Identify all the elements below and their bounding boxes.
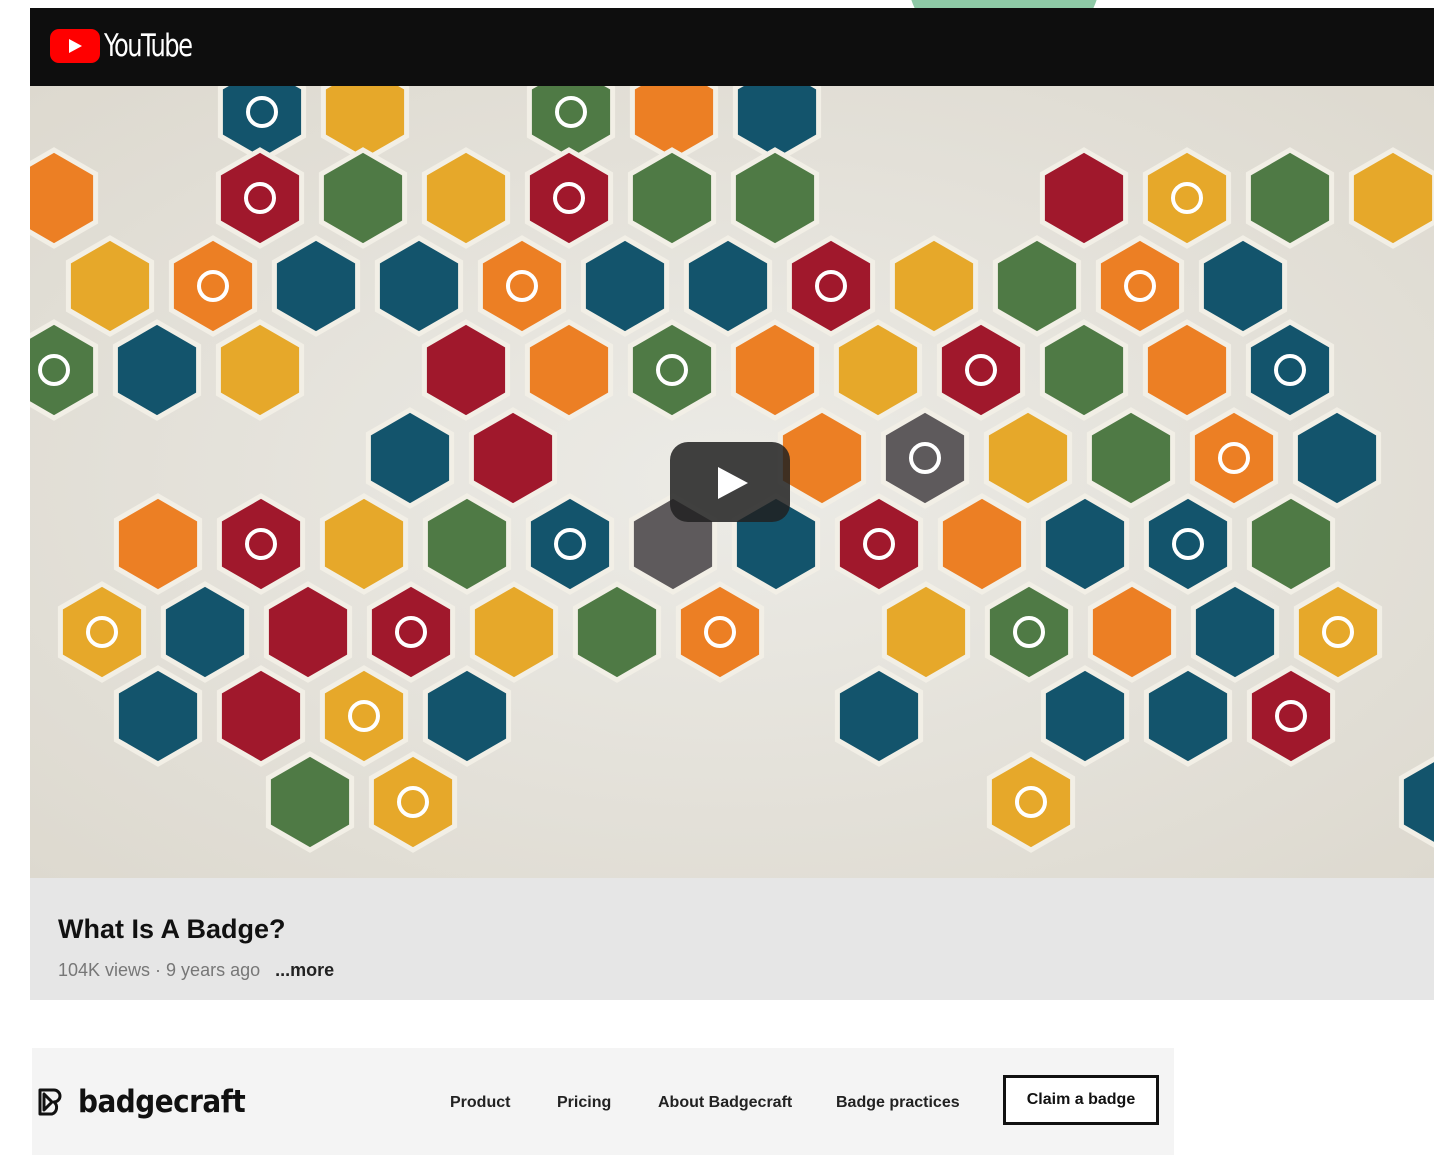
badge-hexagon xyxy=(524,147,614,249)
video-views-age: 104K views · 9 years ago xyxy=(58,960,261,980)
badge-hexagon xyxy=(833,319,923,421)
badgecraft-logo[interactable]: badgecraft xyxy=(38,1084,246,1120)
badge-hexagon xyxy=(113,665,203,767)
badge-hexagon xyxy=(422,493,512,595)
badge-hexagon xyxy=(319,493,409,595)
badge-hexagon xyxy=(469,581,559,683)
badge-hexagon xyxy=(627,147,717,249)
badge-hexagon xyxy=(30,147,99,249)
badge-hexagon xyxy=(881,581,971,683)
video-stats: 104K views · 9 years ago ...more xyxy=(58,960,334,981)
badge-hexagon xyxy=(57,581,147,683)
badge-hexagon xyxy=(1040,493,1130,595)
badge-hexagon xyxy=(730,319,820,421)
badge-hexagon xyxy=(422,665,512,767)
badge-hexagon xyxy=(366,581,456,683)
more-link[interactable]: ...more xyxy=(275,960,334,980)
badge-hexagon xyxy=(160,581,250,683)
badge-hexagon xyxy=(1040,665,1130,767)
badge-hexagon xyxy=(1142,319,1232,421)
badge-hexagon xyxy=(1142,147,1232,249)
badge-hexagon xyxy=(263,581,353,683)
youtube-logo[interactable]: YouTube xyxy=(50,28,216,64)
badge-hexagon xyxy=(834,665,924,767)
badge-hexagon xyxy=(1143,493,1233,595)
badge-hexagon xyxy=(271,235,361,337)
badge-hexagon xyxy=(477,235,567,337)
badge-hexagon xyxy=(627,319,717,421)
nav-product[interactable]: Product xyxy=(450,1094,510,1112)
badge-hexagon xyxy=(1246,493,1336,595)
badge-hexagon xyxy=(675,581,765,683)
badge-hexagon xyxy=(937,493,1027,595)
badge-hexagon xyxy=(1087,581,1177,683)
badge-hexagon xyxy=(524,319,614,421)
badge-hexagon xyxy=(1348,147,1434,249)
badge-hexagon xyxy=(1039,319,1129,421)
play-icon[interactable] xyxy=(670,442,790,522)
badge-hexagon xyxy=(984,581,1074,683)
badge-hexagon xyxy=(216,665,306,767)
badge-hexagon xyxy=(318,147,408,249)
badge-hexagon xyxy=(992,235,1082,337)
badge-hexagon xyxy=(1292,407,1382,509)
claim-badge-button[interactable]: Claim a badge xyxy=(1003,1075,1159,1125)
badgecraft-wordmark: badgecraft xyxy=(78,1084,246,1120)
youtube-embed: YouTube What Is A Badge? 104K views · 9 … xyxy=(30,8,1434,1000)
video-title[interactable]: What Is A Badge? xyxy=(58,914,286,945)
badge-hexagon xyxy=(683,235,773,337)
badge-hexagon xyxy=(777,407,867,509)
badge-hexagon xyxy=(1245,319,1335,421)
badge-hexagon xyxy=(216,493,306,595)
nav-about[interactable]: About Badgecraft xyxy=(658,1094,792,1112)
badge-hexagon xyxy=(880,407,970,509)
badge-hexagon xyxy=(986,751,1076,853)
badge-hexagon xyxy=(374,235,464,337)
badge-hexagon xyxy=(168,235,258,337)
badge-hexagon xyxy=(1398,756,1434,848)
badge-hexagon xyxy=(265,751,355,853)
badge-hexagon xyxy=(580,235,670,337)
badge-hexagon xyxy=(1245,147,1335,249)
badge-hexagon xyxy=(525,493,615,595)
badge-hexagon xyxy=(1095,235,1185,337)
video-thumbnail[interactable] xyxy=(30,86,1434,878)
badge-hexagon xyxy=(889,235,979,337)
badge-hexagon xyxy=(113,493,203,595)
badge-hexagon xyxy=(215,319,305,421)
badge-hexagon xyxy=(1246,665,1336,767)
youtube-wordmark: YouTube xyxy=(104,28,193,64)
badge-hexagon xyxy=(983,407,1073,509)
badge-hexagon xyxy=(1143,665,1233,767)
video-meta: What Is A Badge? 104K views · 9 years ag… xyxy=(30,878,1434,1000)
badge-hexagon xyxy=(421,147,511,249)
badgecraft-navbar: badgecraft Product Pricing About Badgecr… xyxy=(32,1048,1174,1155)
badge-hexagon xyxy=(936,319,1026,421)
badge-hexagon xyxy=(1189,407,1279,509)
badge-hexagon xyxy=(1198,235,1288,337)
badge-hexagon xyxy=(1039,147,1129,249)
youtube-logo-icon xyxy=(50,29,100,63)
claim-badge-label: Claim a badge xyxy=(1026,1091,1136,1108)
badge-hexagon xyxy=(368,751,458,853)
badge-hexagon xyxy=(572,581,662,683)
badge-hexagon xyxy=(1293,581,1383,683)
nav-pricing[interactable]: Pricing xyxy=(557,1094,611,1112)
badge-hexagon xyxy=(421,319,511,421)
badge-hexagon xyxy=(1190,581,1280,683)
badgecraft-logo-icon xyxy=(38,1088,62,1116)
badge-hexagon xyxy=(1086,407,1176,509)
badge-hexagon xyxy=(786,235,876,337)
badge-hexagon xyxy=(215,147,305,249)
badge-hexagon xyxy=(730,147,820,249)
badge-hexagon xyxy=(112,319,202,421)
badge-hexagon xyxy=(365,407,455,509)
badge-hexagon xyxy=(65,235,155,337)
youtube-top-bar: YouTube xyxy=(30,8,1434,86)
badge-hexagon xyxy=(834,493,924,595)
badge-hexagon xyxy=(319,665,409,767)
nav-badge-practices[interactable]: Badge practices xyxy=(836,1094,960,1112)
badge-hexagon xyxy=(468,407,558,509)
